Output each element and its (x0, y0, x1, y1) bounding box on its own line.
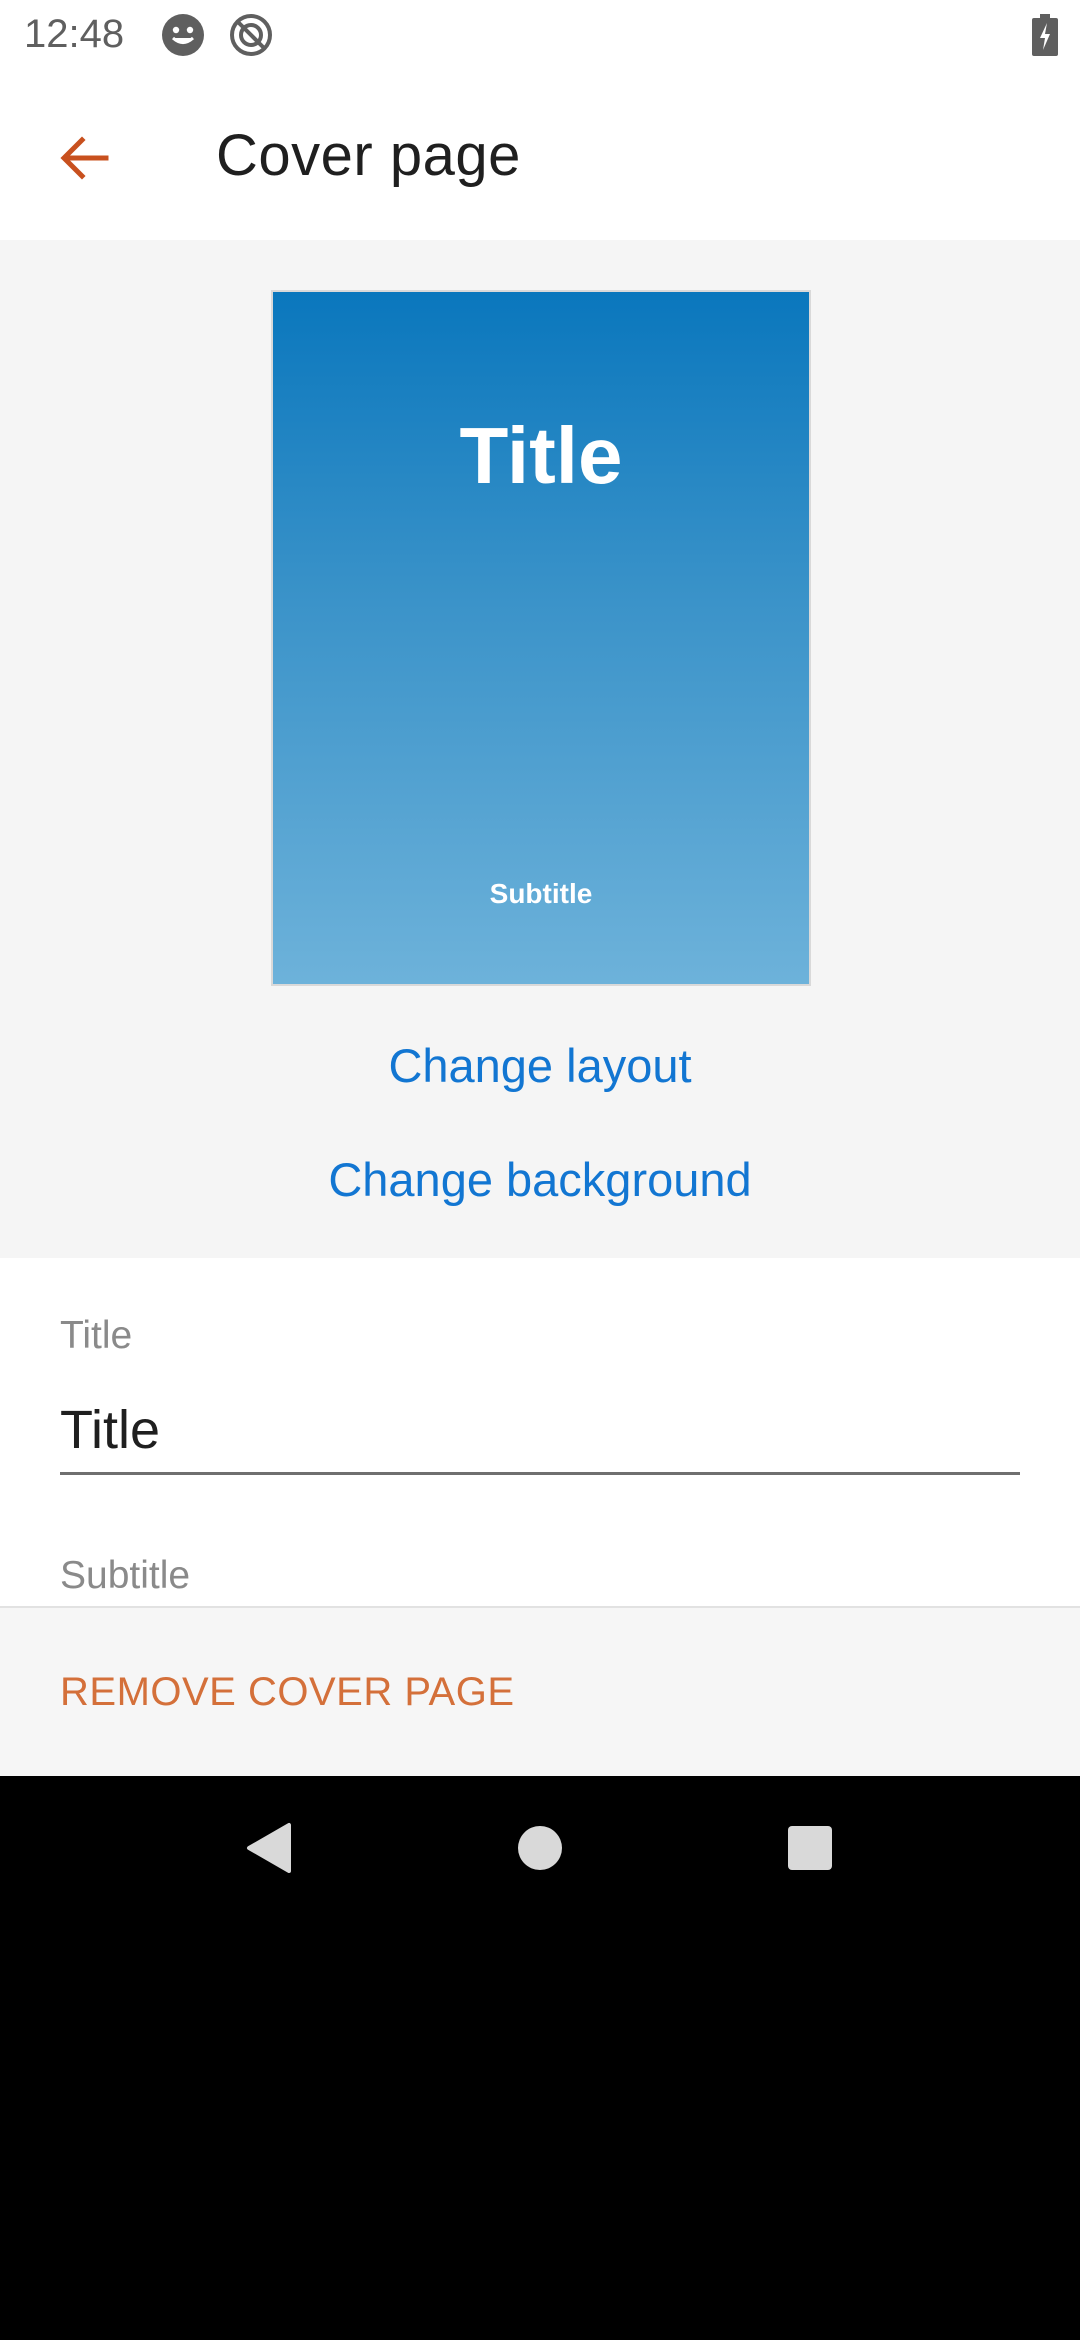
screen: 12:48 Cover page Title Subtitle Change l… (0, 0, 1080, 1776)
cover-preview-title: Title (459, 411, 623, 500)
nav-back-icon (247, 1823, 291, 1873)
back-button[interactable] (36, 110, 132, 206)
cover-preview-subtitle: Subtitle (489, 878, 593, 909)
bottom-action-bar: REMOVE COVER PAGE (0, 1606, 1080, 1776)
title-field[interactable] (60, 1388, 1020, 1475)
do-not-disturb-icon (230, 14, 272, 56)
nav-home-button[interactable] (490, 1798, 590, 1898)
page-title: Cover page (216, 123, 521, 188)
nav-back-button[interactable] (218, 1798, 318, 1898)
nav-recents-icon (788, 1826, 832, 1870)
nav-home-icon (518, 1826, 562, 1870)
change-background-button[interactable]: Change background (0, 1152, 1080, 1207)
system-nav-bar (0, 1776, 1080, 1920)
cover-preview-section: Title Subtitle Change layout Change back… (0, 240, 1080, 1258)
cover-form: Title Subtitle (0, 1258, 1080, 1606)
nav-recents-button[interactable] (760, 1798, 860, 1898)
cover-preview-card[interactable]: Title Subtitle (271, 290, 811, 986)
remove-cover-page-button[interactable]: REMOVE COVER PAGE (60, 1670, 515, 1715)
subtitle-field-label: Subtitle (60, 1554, 191, 1597)
battery-charging-icon (1032, 14, 1058, 56)
smiley-face-icon (162, 14, 204, 56)
status-bar: 12:48 (0, 0, 1080, 72)
app-bar: Cover page (0, 72, 1080, 240)
change-layout-button[interactable]: Change layout (0, 1038, 1080, 1093)
title-field-label: Title (60, 1314, 133, 1357)
status-time: 12:48 (24, 12, 125, 56)
arrow-back-icon (60, 136, 109, 180)
